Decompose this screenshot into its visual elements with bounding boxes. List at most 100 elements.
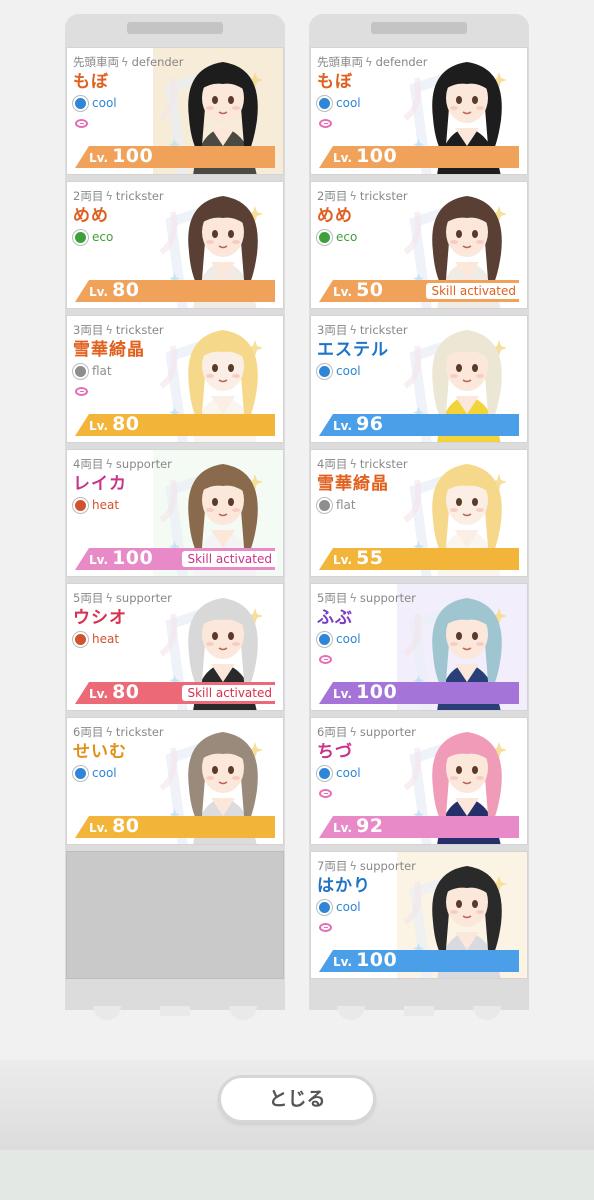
attribute-orb-icon	[73, 95, 88, 111]
role-label: defender	[131, 55, 184, 69]
attribute-label: eco	[92, 230, 114, 244]
level-value: 80	[112, 681, 140, 703]
skill-activated-badge: Skill activated	[182, 685, 277, 701]
role-label: trickster	[359, 189, 408, 203]
level: Lv. 96	[333, 413, 384, 435]
attribute-label: cool	[336, 96, 361, 110]
attribute-label: cool	[336, 900, 361, 914]
role-label: defender	[375, 55, 428, 69]
attribute: cool	[317, 95, 361, 111]
attribute: cool	[317, 765, 361, 781]
level-label: Lv.	[333, 151, 353, 165]
level: Lv. 100	[333, 949, 397, 971]
empty-car-slot	[66, 851, 284, 979]
character-card[interactable]: 先頭車両 ϟ defender もぼ cool Lv. 100	[310, 47, 528, 175]
role-label: supporter	[359, 725, 416, 739]
level-value: 96	[356, 413, 384, 435]
character-name: もぼ	[73, 72, 109, 92]
attribute-orb-icon	[317, 899, 332, 915]
level-label: Lv.	[89, 419, 109, 433]
attribute-label: flat	[92, 364, 112, 378]
level-label: Lv.	[89, 151, 109, 165]
level-label: Lv.	[333, 687, 353, 701]
attribute-orb-icon	[73, 497, 88, 513]
character-card[interactable]: 4両目 ϟ supporter レイカ heat Lv. 100 Skill acti…	[66, 449, 284, 577]
close-button[interactable]: とじる	[218, 1075, 376, 1123]
character-card[interactable]: 2両目 ϟ trickster めめ eco Lv. 80	[66, 181, 284, 309]
attribute: cool	[73, 765, 117, 781]
ring-icon	[319, 119, 332, 128]
attribute-orb-icon	[73, 229, 88, 245]
level: Lv. 100	[89, 547, 153, 569]
attribute: flat	[317, 497, 356, 513]
attribute: cool	[317, 899, 361, 915]
attribute-orb-icon	[73, 765, 88, 781]
skill-activated-badge: Skill activated	[426, 283, 521, 299]
level-value: 100	[112, 547, 154, 569]
character-name: めめ	[317, 206, 353, 226]
attribute-label: cool	[336, 766, 361, 780]
attribute-orb-icon	[317, 765, 332, 781]
level-label: Lv.	[89, 687, 109, 701]
skill-activated-badge: Skill activated	[182, 551, 277, 567]
character-name: はかり	[317, 876, 371, 896]
train-roof	[309, 14, 529, 48]
level-value: 92	[356, 815, 384, 837]
character-card[interactable]: 6両目 ϟ supporter ちづ cool Lv. 92	[310, 717, 528, 845]
attribute: cool	[317, 631, 361, 647]
attribute-orb-icon	[317, 631, 332, 647]
character-name: もぼ	[317, 72, 353, 92]
attribute-label: heat	[92, 632, 120, 646]
roof-slot	[127, 22, 223, 34]
level-value: 100	[356, 681, 398, 703]
level: Lv. 80	[89, 815, 140, 837]
lightning-bolt-icon: ϟ	[365, 55, 373, 69]
attribute-label: cool	[92, 766, 117, 780]
role-label: supporter	[359, 591, 416, 605]
level: Lv. 100	[333, 145, 397, 167]
attribute-orb-icon	[317, 497, 332, 513]
character-name: ちづ	[317, 742, 353, 762]
character-card[interactable]: 7両目 ϟ supporter はかり cool Lv. 100	[310, 851, 528, 979]
character-card[interactable]: 2両目 ϟ trickster めめ eco Lv. 50 Skill activat…	[310, 181, 528, 309]
attribute-orb-icon	[317, 229, 332, 245]
attribute: flat	[73, 363, 112, 379]
character-card[interactable]: 3両目 ϟ trickster 雪華綺晶 flat Lv. 80	[66, 315, 284, 443]
character-card[interactable]: 5両目 ϟ supporter ふぶ cool Lv. 100	[310, 583, 528, 711]
attribute: heat	[73, 497, 119, 513]
level-value: 50	[356, 279, 384, 301]
level-value: 100	[356, 949, 398, 971]
attribute-label: heat	[92, 498, 120, 512]
level-value: 80	[112, 815, 140, 837]
level-label: Lv.	[333, 553, 353, 567]
level-label: Lv.	[89, 285, 109, 299]
level-value: 80	[112, 413, 140, 435]
level-value: 80	[112, 279, 140, 301]
level: Lv. 55	[333, 547, 384, 569]
attribute-label: eco	[336, 230, 358, 244]
attribute-orb-icon	[317, 363, 332, 379]
level: Lv. 80	[89, 681, 140, 703]
level-label: Lv.	[333, 285, 353, 299]
character-card[interactable]: 6両目 ϟ trickster せいむ cool Lv. 80	[66, 717, 284, 845]
level: Lv. 100	[333, 681, 397, 703]
attribute: eco	[73, 229, 113, 245]
level-label: Lv.	[333, 419, 353, 433]
role-label: trickster	[115, 189, 164, 203]
level: Lv. 100	[89, 145, 153, 167]
level: Lv. 50	[333, 279, 384, 301]
ring-icon	[319, 655, 332, 664]
level-value: 100	[356, 145, 398, 167]
character-card[interactable]: 3両目 ϟ trickster エステル cool Lv. 96	[310, 315, 528, 443]
attribute: cool	[317, 363, 361, 379]
character-card[interactable]: 先頭車両 ϟ defender もぼ cool Lv. 100	[66, 47, 284, 175]
character-card[interactable]: 4両目 ϟ trickster 雪華綺晶 flat Lv. 55	[310, 449, 528, 577]
coupler	[404, 1006, 434, 1016]
ring-icon	[75, 387, 88, 396]
level-value: 100	[112, 145, 154, 167]
attribute-label: flat	[336, 498, 356, 512]
character-card[interactable]: 5両目 ϟ supporter ウシオ heat Lv. 80 Skill activ…	[66, 583, 284, 711]
roof-slot	[371, 22, 467, 34]
level-value: 55	[356, 547, 384, 569]
attribute-orb-icon	[73, 363, 88, 379]
